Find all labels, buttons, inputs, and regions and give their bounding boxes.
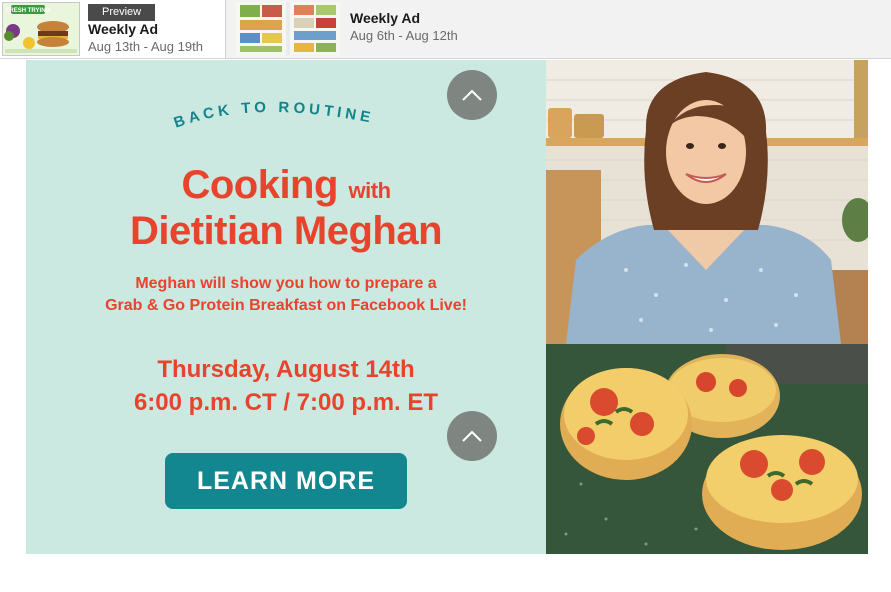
event-date: Thursday, August 14th: [157, 356, 415, 383]
preview-badge: Preview: [88, 4, 156, 21]
scroll-up-button[interactable]: [447, 70, 497, 120]
weekly-ad-tab-previous[interactable]: Weekly Ad Aug 6th - Aug 12th: [226, 0, 891, 59]
chevron-up-icon: [462, 89, 482, 101]
banner-text-panel: BACK TO ROUTINE Cooking with Dietitian M…: [26, 60, 546, 554]
headline-with: with: [348, 178, 392, 203]
description-line: Grab & Go Protein Breakfast on Facebook …: [105, 297, 467, 314]
banner-photo-panel: [546, 60, 868, 554]
tab-title: Weekly Ad: [88, 21, 159, 37]
egg-muffins-photo: [546, 344, 868, 554]
chevron-up-icon: [462, 430, 482, 442]
weekly-ad-tab-current[interactable]: FRESH TRYING Preview Weekly Ad Aug 13th …: [0, 0, 226, 59]
tab-dates: Aug 6th - Aug 12th: [350, 28, 458, 43]
tab-dates: Aug 13th - Aug 19th: [88, 39, 203, 54]
scroll-up-button[interactable]: [447, 411, 497, 461]
banner-kicker: BACK TO ROUTINE: [172, 99, 376, 132]
weekly-ad-thumbnail: [236, 2, 340, 55]
learn-more-button[interactable]: LEARN MORE: [165, 453, 407, 509]
banner-headline: Cooking with: [26, 163, 546, 208]
description-line: Meghan will show you how to prepare a: [135, 275, 437, 292]
weekly-ad-thumbnail: FRESH TRYING: [2, 2, 80, 56]
svg-text:BACK TO ROUTINE: BACK TO ROUTINE: [172, 99, 376, 132]
thumbnail-text: FRESH TRYING: [6, 8, 51, 14]
banner-description: Meghan will show you how to prepare a Gr…: [26, 273, 546, 317]
headline-main: Cooking: [181, 163, 338, 207]
promo-banner[interactable]: BACK TO ROUTINE Cooking with Dietitian M…: [26, 60, 868, 554]
headline-name: Dietitian Meghan: [129, 209, 443, 253]
event-datetime: Thursday, August 14th 6:00 p.m. CT / 7:0…: [26, 353, 546, 419]
tab-title: Weekly Ad: [350, 10, 421, 26]
weekly-ad-tabs: FRESH TRYING Preview Weekly Ad Aug 13th …: [0, 0, 891, 60]
dietitian-photo: [546, 60, 868, 344]
